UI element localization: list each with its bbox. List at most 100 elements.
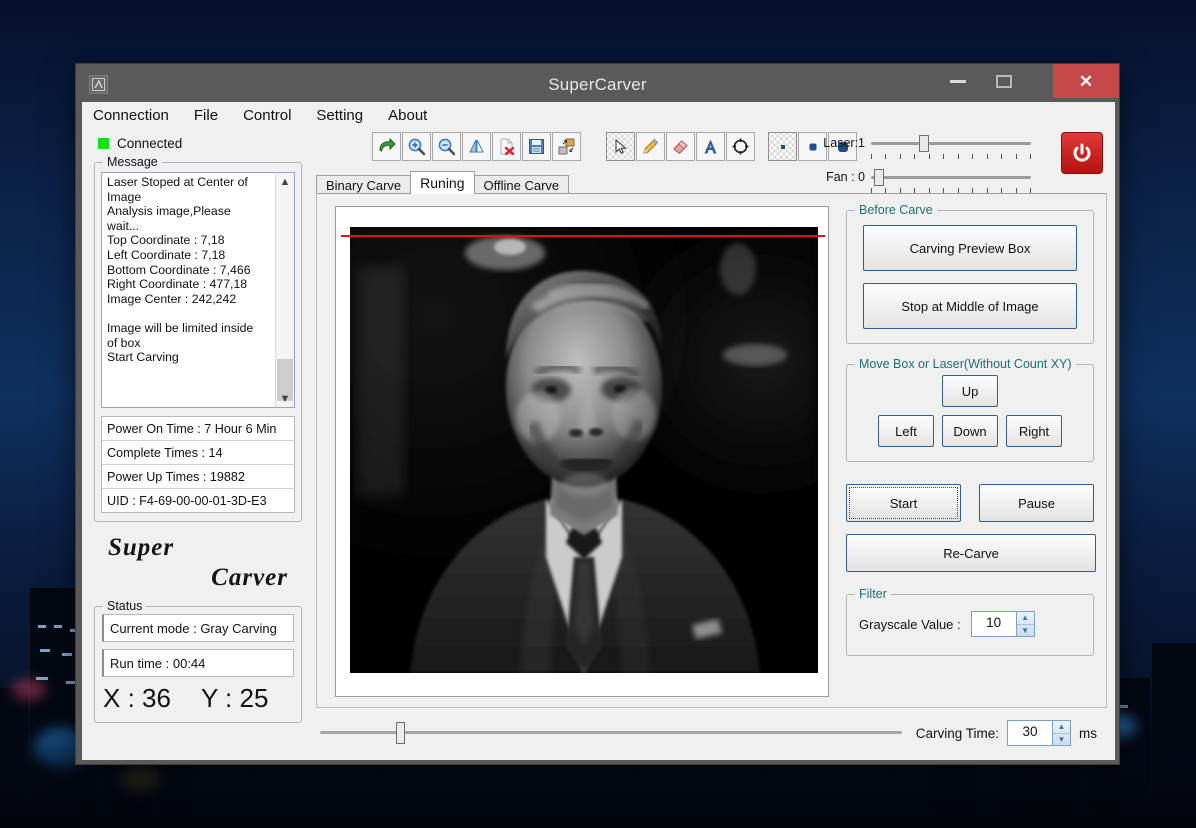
message-scrollbar[interactable]: ▲ ▼ <box>275 173 294 407</box>
menu-item-connection[interactable]: Connection <box>93 107 169 135</box>
carving-preview-image[interactable] <box>350 227 818 673</box>
menu-item-file[interactable]: File <box>194 107 218 135</box>
carving-time-spin-up-icon[interactable]: ▲ <box>1053 721 1070 734</box>
stop-at-middle-button[interactable]: Stop at Middle of Image <box>863 283 1077 329</box>
zoom-in-icon[interactable] <box>402 132 431 161</box>
toolbar: Laser:1 Fan : 0 <box>312 132 1109 193</box>
fan-slider-track <box>871 176 1031 179</box>
main-pane: Laser:1 Fan : 0 Binary Carve Runing Offl… <box>312 132 1109 760</box>
laser-fan-sliders: Laser:1 Fan : 0 <box>809 134 1031 193</box>
connection-status: Connected <box>94 132 302 154</box>
message-log-text: Laser Stoped at Center of Image Analysis… <box>107 175 254 365</box>
scroll-up-icon[interactable]: ▲ <box>276 173 294 190</box>
tab-binary-carve[interactable]: Binary Carve <box>316 175 412 194</box>
move-left-button[interactable]: Left <box>878 415 934 447</box>
carving-time-unit: ms <box>1079 725 1097 741</box>
y-coordinate: Y : 25 <box>200 683 269 713</box>
laser-slider-row: Laser:1 <box>809 134 1031 159</box>
menu-item-about[interactable]: About <box>388 107 427 135</box>
save-icon[interactable] <box>522 132 551 161</box>
minimize-button[interactable] <box>935 64 981 98</box>
filter-legend: Filter <box>855 587 891 601</box>
coordinate-readout: X : 36 Y : 25 <box>95 677 301 722</box>
run-time-field: Run time : 00:44 <box>102 649 294 677</box>
connection-led-icon <box>98 137 109 149</box>
carving-preview-box-button[interactable]: Carving Preview Box <box>863 225 1077 271</box>
message-group: Message Laser Stoped at Center of Image … <box>94 155 302 522</box>
filter-group: Filter Grayscale Value : 10 ▲ ▼ <box>846 587 1094 656</box>
mirror-icon[interactable] <box>462 132 491 161</box>
message-group-legend: Message <box>103 155 162 169</box>
pencil-icon[interactable] <box>636 132 665 161</box>
control-column: Before Carve Carving Preview Box Stop at… <box>846 202 1096 656</box>
move-box-group: Move Box or Laser(Without Count XY) Up L… <box>846 357 1094 462</box>
power-button[interactable] <box>1061 132 1103 174</box>
laser-slider-track <box>871 142 1031 145</box>
tab-runing[interactable]: Runing <box>410 171 475 194</box>
action-buttons: Start Pause Re-Carve <box>846 484 1096 572</box>
carving-time-spinner[interactable]: 30 ▲ ▼ <box>1007 720 1071 746</box>
carving-time-label: Carving Time: <box>915 725 999 741</box>
zoom-out-icon[interactable] <box>432 132 461 161</box>
laser-slider-thumb[interactable] <box>919 135 929 152</box>
preview-panel[interactable] <box>335 206 829 697</box>
tab-bar: Binary Carve Runing Offline Carve <box>316 171 570 194</box>
tab-panel-runing: Before Carve Carving Preview Box Stop at… <box>316 193 1107 708</box>
recarve-button[interactable]: Re-Carve <box>846 534 1096 572</box>
brand-line-1: Super <box>108 534 175 561</box>
grayscale-value-spinner[interactable]: 10 ▲ ▼ <box>970 611 1035 637</box>
start-button[interactable]: Start <box>846 484 961 522</box>
menu-bar: Connection File Control Setting About <box>82 102 1115 135</box>
fan-slider[interactable] <box>871 168 1031 193</box>
move-up-button[interactable]: Up <box>942 375 998 407</box>
close-button[interactable]: ✕ <box>1053 64 1119 98</box>
status-group-legend: Status <box>103 599 147 613</box>
eraser-icon[interactable] <box>666 132 695 161</box>
pause-button[interactable]: Pause <box>979 484 1094 522</box>
carving-progress-slider[interactable] <box>320 720 902 746</box>
current-mode-field: Current mode : Gray Carving <box>102 614 294 642</box>
grayscale-value-label: Grayscale Value : <box>859 616 961 632</box>
delete-file-icon[interactable] <box>492 132 521 161</box>
portrait-graphic <box>350 227 818 673</box>
move-box-legend: Move Box or Laser(Without Count XY) <box>855 357 1076 371</box>
menu-item-setting[interactable]: Setting <box>316 107 363 135</box>
application-window: SuperCarver ✕ Connection File Control Se… <box>75 63 1120 765</box>
brand-logo: Super Carver <box>94 534 302 592</box>
pointer-icon[interactable] <box>606 132 635 161</box>
text-icon[interactable] <box>696 132 725 161</box>
grayscale-spin-up-icon[interactable]: ▲ <box>1016 612 1034 625</box>
target-icon[interactable] <box>726 132 755 161</box>
info-row-power-up-times: Power Up Times : 19882 <box>102 465 294 489</box>
toolbar-file-group <box>372 132 582 161</box>
carving-time-spin-down-icon[interactable]: ▼ <box>1053 734 1070 746</box>
tab-offline-carve[interactable]: Offline Carve <box>473 175 570 194</box>
title-bar[interactable]: SuperCarver ✕ <box>76 64 1119 106</box>
brush-small-icon[interactable] <box>768 132 797 161</box>
menu-item-control[interactable]: Control <box>243 107 291 135</box>
grayscale-value-input[interactable]: 10 <box>972 612 1016 636</box>
progress-slider-thumb[interactable] <box>396 722 405 744</box>
move-right-button[interactable]: Right <box>1006 415 1062 447</box>
connection-status-label: Connected <box>117 135 183 151</box>
info-row-uid: UID : F4-69-00-00-01-3D-E3 <box>107 493 267 508</box>
laser-slider-ticks <box>871 154 1031 159</box>
fan-slider-row: Fan : 0 <box>809 168 1031 193</box>
bottom-bar: Carving Time: 30 ▲ ▼ ms <box>316 714 1107 752</box>
laser-slider[interactable] <box>871 134 1031 159</box>
laser-position-line <box>341 235 825 237</box>
open-image-icon[interactable] <box>372 132 401 161</box>
scroll-down-icon[interactable]: ▼ <box>276 390 294 407</box>
sidebar: Connected Message Laser Stoped at Center… <box>94 132 302 723</box>
carving-time-input[interactable]: 30 <box>1008 721 1052 745</box>
window-client-area: Connection File Control Setting About Co… <box>82 102 1115 760</box>
message-log[interactable]: Laser Stoped at Center of Image Analysis… <box>101 172 295 408</box>
grayscale-spin-down-icon[interactable]: ▼ <box>1017 625 1034 637</box>
maximize-button[interactable] <box>981 64 1027 98</box>
resize-icon[interactable] <box>552 132 581 161</box>
move-down-button[interactable]: Down <box>942 415 998 447</box>
laser-label: Laser:1 <box>823 136 865 150</box>
status-group: Status Current mode : Gray Carving Run t… <box>94 599 302 723</box>
before-carve-legend: Before Carve <box>855 203 937 217</box>
fan-slider-thumb[interactable] <box>874 169 885 186</box>
